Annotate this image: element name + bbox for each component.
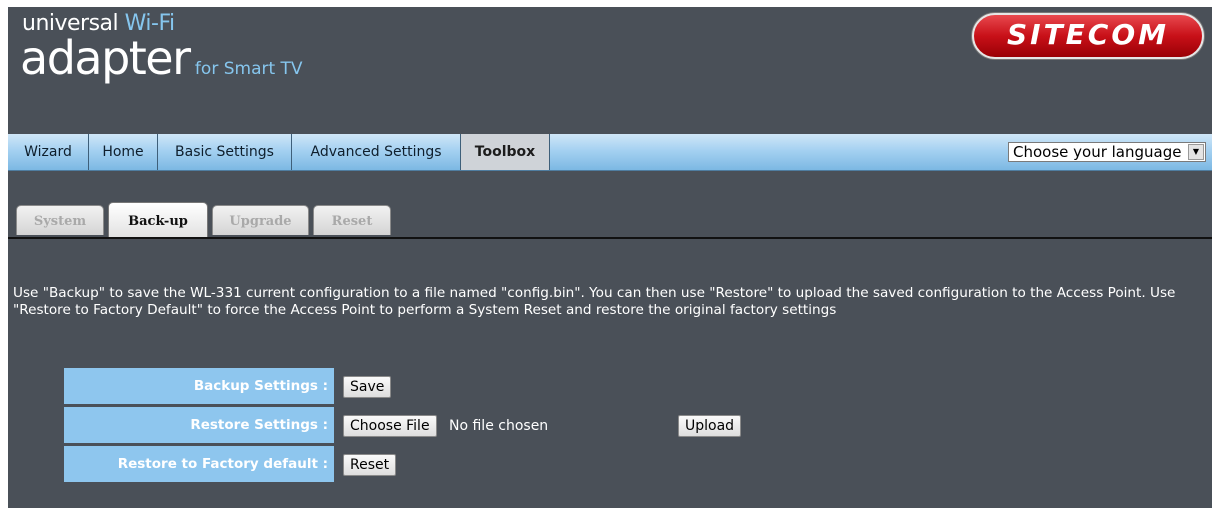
reset-button[interactable]: Reset — [343, 454, 397, 476]
menu-advanced-settings[interactable]: Advanced Settings — [292, 134, 461, 170]
sitecom-logo: SITECOM — [972, 13, 1204, 59]
description-text: Use "Backup" to save the WL-331 current … — [13, 285, 1176, 318]
language-select-value: Choose your language — [1013, 143, 1182, 161]
choose-file-button[interactable]: Choose File — [343, 415, 437, 437]
dropdown-arrow-icon[interactable]: ▼ — [1188, 144, 1204, 160]
menu-basic-settings[interactable]: Basic Settings — [158, 134, 292, 170]
save-button[interactable]: Save — [343, 376, 392, 398]
backup-settings-label: Backup Settings : — [64, 368, 334, 404]
header: universal Wi-Fi adapter for Smart TV SIT… — [8, 7, 1212, 131]
tab-upgrade[interactable]: Upgrade — [212, 205, 309, 235]
tab-system[interactable]: System — [16, 205, 104, 235]
upload-button[interactable]: Upload — [678, 415, 742, 437]
page-frame: universal Wi-Fi adapter for Smart TV SIT… — [8, 7, 1212, 508]
main-menu: Wizard Home Basic Settings Advanced Sett… — [8, 134, 1212, 171]
logo-smart-tv: for Smart TV — [189, 59, 303, 79]
tab-reset[interactable]: Reset — [313, 205, 391, 235]
subtab-bar: System Back-up Upgrade Reset — [8, 202, 1212, 239]
menu-wizard[interactable]: Wizard — [8, 134, 89, 170]
logo-line-2: adapter for Smart TV — [20, 35, 303, 81]
restore-settings-label: Restore Settings : — [64, 407, 334, 443]
restore-factory-default-label: Restore to Factory default : — [64, 446, 334, 482]
language-select[interactable]: Choose your language ▼ — [1008, 142, 1206, 162]
logo-adapter: adapter — [20, 31, 191, 85]
menu-home[interactable]: Home — [89, 134, 158, 170]
tab-back-up[interactable]: Back-up — [108, 202, 208, 237]
menu-toolbox[interactable]: Toolbox — [461, 134, 550, 170]
file-status-text: No file chosen — [449, 418, 549, 434]
